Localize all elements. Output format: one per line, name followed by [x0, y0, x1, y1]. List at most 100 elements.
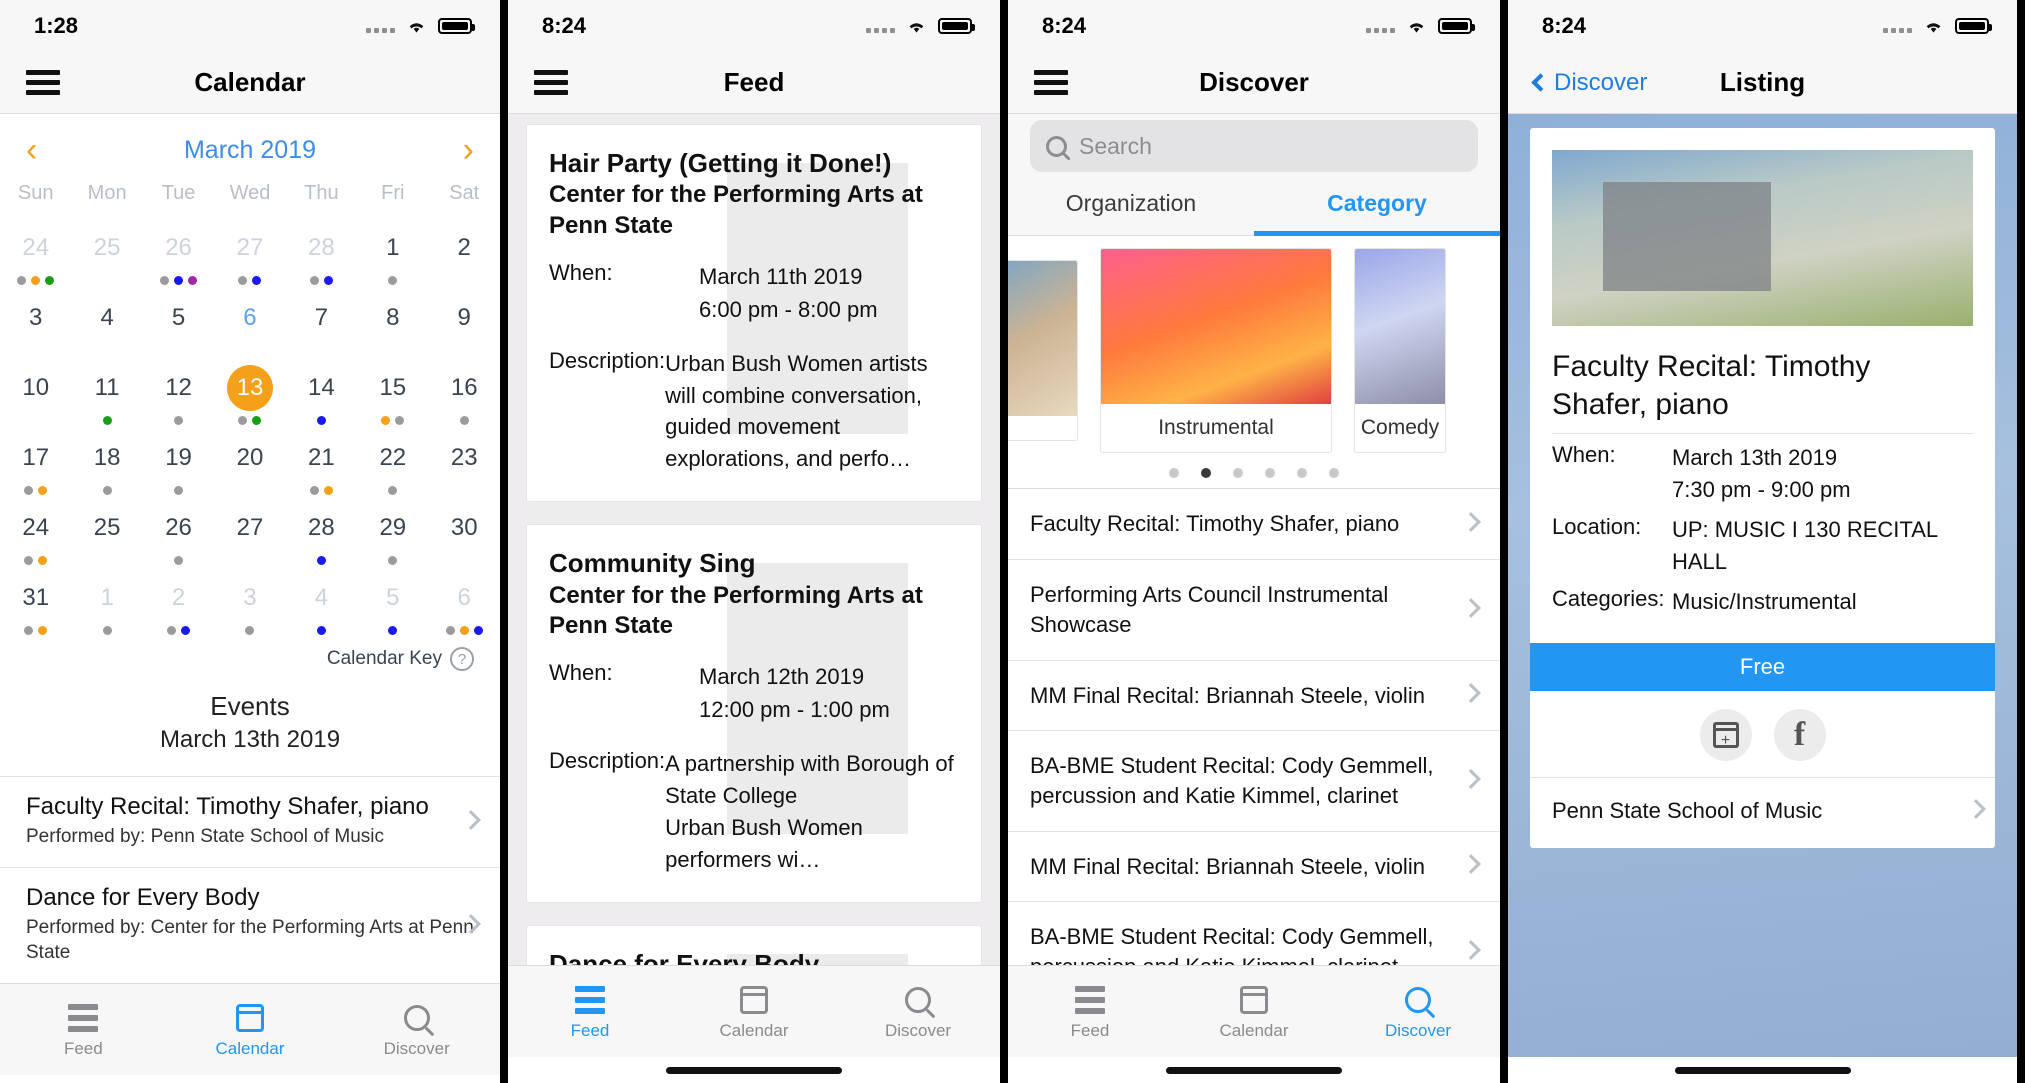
tab-discover[interactable]: Discover [333, 1001, 500, 1059]
tab-icon [1008, 983, 1172, 1017]
calendar-day-cell[interactable]: 9 [429, 287, 500, 357]
calendar-day-cell[interactable]: 6 [214, 287, 285, 357]
tab-bar: Feed Calendar Discover [508, 965, 1000, 1057]
event-dot-orange [381, 416, 391, 425]
calendar-day-cell[interactable]: 24 [0, 497, 71, 567]
calendar-day-cell[interactable]: 27 [214, 217, 285, 287]
calendar-day-cell[interactable]: 12 [143, 357, 214, 427]
event-dots [143, 276, 214, 285]
category-card[interactable] [1008, 259, 1078, 441]
calendar-day-cell[interactable]: 27 [214, 497, 285, 567]
calendar-day-cell[interactable]: 2 [143, 567, 214, 637]
calendar-day-cell[interactable]: 1 [357, 217, 428, 287]
calendar-day-cell[interactable]: 15 [357, 357, 428, 427]
calendar-day-cell[interactable]: 26 [143, 497, 214, 567]
carousel-page-dot[interactable] [1233, 468, 1243, 479]
discover-list-item[interactable]: BA-BME Student Recital: Cody Gemmell, pe… [1008, 731, 1500, 832]
menu-icon[interactable] [26, 70, 60, 95]
calendar-day-cell[interactable]: 31 [0, 567, 71, 637]
search-input[interactable]: Search [1030, 120, 1478, 172]
segment-category[interactable]: Category [1254, 172, 1500, 236]
calendar-day-cell[interactable]: 5 [357, 567, 428, 637]
feed-card[interactable]: Dance for Every BodyCenter for the Perfo… [526, 924, 982, 965]
calendar-day-cell[interactable]: 7 [286, 287, 357, 357]
next-month-button[interactable]: › [463, 133, 474, 167]
feed-list[interactable]: Hair Party (Getting it Done!) Center for … [508, 114, 1000, 965]
carousel-page-dot[interactable] [1265, 468, 1275, 479]
discover-list-item[interactable]: Faculty Recital: Timothy Shafer, piano [1008, 489, 1500, 561]
calendar-day-cell[interactable]: 28 [286, 497, 357, 567]
calendar-day-cell[interactable]: 22 [357, 427, 428, 497]
calendar-day-cell[interactable]: 18 [71, 427, 142, 497]
tab-feed[interactable]: Feed [508, 983, 672, 1041]
calendar-day-cell[interactable]: 8 [357, 287, 428, 357]
discover-list-item[interactable]: BA-BME Student Recital: Cody Gemmell, pe… [1008, 902, 1500, 965]
description-label: Description: [549, 347, 666, 373]
description-value: A partnership with Borough of State Coll… [665, 750, 954, 872]
prev-month-button[interactable]: ‹ [26, 133, 37, 167]
tab-feed[interactable]: Feed [0, 1001, 167, 1059]
calendar-day-cell[interactable]: 6 [429, 567, 500, 637]
add-to-calendar-button[interactable] [1699, 709, 1752, 762]
calendar-day-cell[interactable]: 23 [429, 427, 500, 497]
price-button[interactable]: Free [1530, 643, 1995, 692]
tab-feed[interactable]: Feed [1008, 983, 1172, 1041]
tab-calendar[interactable]: Calendar [167, 1001, 334, 1059]
when-label: When: [549, 259, 613, 285]
category-carousel[interactable]: Instrumental Comedy [1008, 236, 1500, 454]
calendar-day-cell[interactable]: 4 [286, 567, 357, 637]
calendar-day-cell[interactable]: 5 [143, 287, 214, 357]
carousel-page-dot[interactable] [1297, 468, 1307, 479]
page-title: Discover [1199, 67, 1309, 97]
facebook-share-button[interactable]: f [1773, 709, 1826, 762]
calendar-day-cell[interactable]: 17 [0, 427, 71, 497]
calendar-day-cell[interactable]: 26 [143, 217, 214, 287]
calendar-day-cell[interactable]: 2 [429, 217, 500, 287]
feed-card-organization: Center for the Performing Arts at Penn S… [549, 181, 923, 239]
feed-card[interactable]: Hair Party (Getting it Done!) Center for … [526, 124, 982, 503]
calendar-day-cell[interactable]: 16 [429, 357, 500, 427]
tab-calendar[interactable]: Calendar [672, 983, 836, 1041]
carousel-page-dot[interactable] [1329, 468, 1339, 479]
tab-discover[interactable]: Discover [836, 983, 1000, 1041]
carousel-page-dot[interactable] [1169, 468, 1179, 479]
discover-list-item[interactable]: MM Final Recital: Briannah Steele, violi… [1008, 832, 1500, 903]
calendar-day-cell[interactable]: 29 [357, 497, 428, 567]
discover-list-item[interactable]: Performing Arts Council Instrumental Sho… [1008, 560, 1500, 661]
tab-calendar[interactable]: Calendar [1172, 983, 1336, 1041]
calendar-day-cell[interactable]: 13 [214, 357, 285, 427]
calendar-day-cell[interactable]: 25 [71, 217, 142, 287]
calendar-day-cell[interactable]: 24 [0, 217, 71, 287]
calendar-day-cell[interactable]: 20 [214, 427, 285, 497]
category-card[interactable]: Instrumental [1100, 247, 1332, 453]
feed-card[interactable]: Community Sing Center for the Performing … [526, 524, 982, 903]
category-card[interactable]: Comedy [1354, 247, 1446, 453]
calendar-day-cell[interactable]: 28 [286, 217, 357, 287]
calendar-day-cell[interactable]: 25 [71, 497, 142, 567]
calendar-day-cell[interactable]: 10 [0, 357, 71, 427]
event-dots [429, 556, 500, 565]
calendar-day-number: 15 [379, 374, 407, 401]
segment-organization[interactable]: Organization [1008, 172, 1254, 236]
help-icon[interactable]: ? [450, 647, 474, 671]
discover-list-item[interactable]: MM Final Recital: Briannah Steele, violi… [1008, 661, 1500, 732]
calendar-day-cell[interactable]: 4 [71, 287, 142, 357]
tab-discover[interactable]: Discover [1336, 983, 1500, 1041]
calendar-day-cell[interactable]: 3 [0, 287, 71, 357]
calendar-day-cell[interactable]: 1 [71, 567, 142, 637]
calendar-day-cell[interactable]: 21 [286, 427, 357, 497]
menu-icon[interactable] [1034, 70, 1068, 95]
listing-organization-row[interactable]: Penn State School of Music [1530, 777, 1995, 844]
carousel-page-dot[interactable] [1201, 468, 1211, 479]
calendar-day-cell[interactable]: 11 [71, 357, 142, 427]
event-list-item[interactable]: Dance for Every Body Performed by: Center… [0, 867, 500, 983]
event-list-item[interactable]: Faculty Recital: Timothy Shafer, piano Pe… [0, 776, 500, 867]
calendar-day-cell[interactable]: 3 [214, 567, 285, 637]
calendar-key[interactable]: Calendar Key ? [0, 637, 500, 677]
calendar-day-cell[interactable]: 19 [143, 427, 214, 497]
calendar-day-cell[interactable]: 14 [286, 357, 357, 427]
carousel-page-dots[interactable] [1008, 454, 1500, 488]
menu-icon[interactable] [534, 70, 568, 95]
back-button[interactable]: Discover [1531, 69, 1647, 97]
calendar-day-cell[interactable]: 30 [429, 497, 500, 567]
